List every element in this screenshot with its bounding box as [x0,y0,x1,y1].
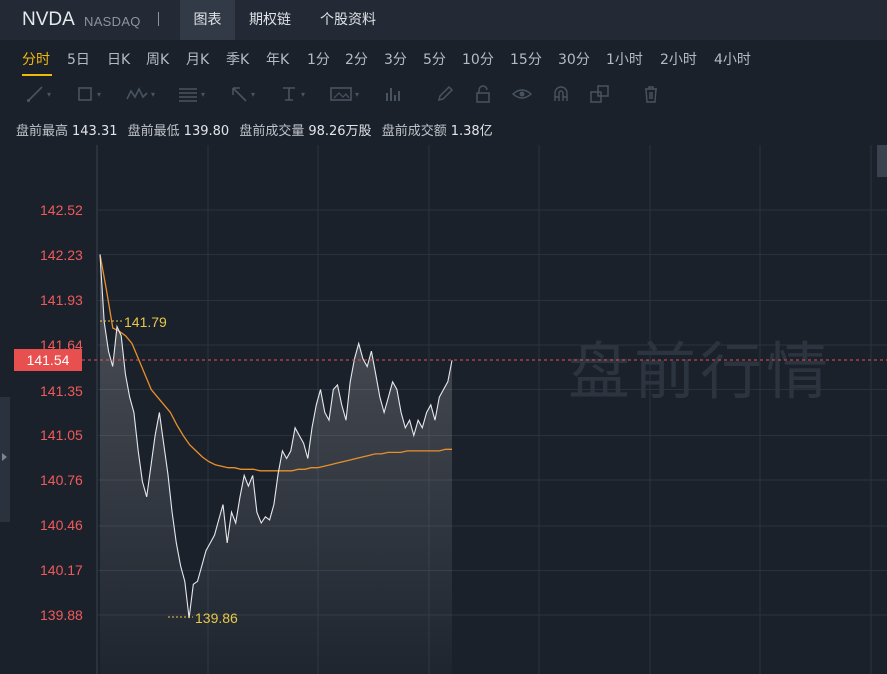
current-price-label: 141.54 [14,349,82,371]
y-tick-label: 141.93 [40,292,83,308]
low-annotation: 139.86 [195,610,238,626]
y-tick-label: 142.52 [40,202,83,218]
y-tick-label: 141.35 [40,383,83,399]
y-tick-label: 140.76 [40,472,83,488]
right-edge-tab[interactable] [877,145,887,177]
intraday-chart[interactable]: 盘前行情 141.79 139.86 [0,0,887,674]
y-tick-label: 141.05 [40,427,83,443]
high-annotation: 141.79 [124,314,167,330]
expand-arrow-icon [2,453,7,461]
y-tick-label: 139.88 [40,607,83,623]
y-tick-label: 142.23 [40,247,83,263]
watermark-text: 盘前行情 [568,335,832,408]
y-tick-label: 140.46 [40,517,83,533]
side-panel-toggle[interactable] [0,397,10,522]
y-tick-label: 140.17 [40,562,83,578]
